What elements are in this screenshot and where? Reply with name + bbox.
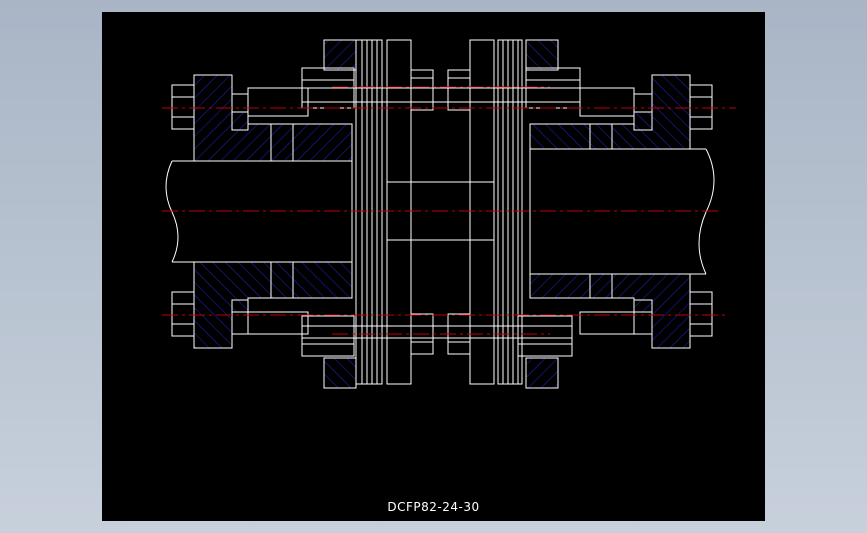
right-flange — [517, 39, 581, 389]
spacer-body — [386, 69, 495, 355]
coupling-drawing — [162, 39, 736, 389]
cad-viewport[interactable]: DCFP82-24-30 — [102, 12, 765, 521]
drawing-title: DCFP82-24-30 — [387, 500, 480, 514]
left-disc-pack — [355, 39, 383, 385]
left-flange — [301, 39, 357, 389]
spacer-flanges — [386, 39, 495, 385]
right-disc-pack — [497, 39, 523, 385]
